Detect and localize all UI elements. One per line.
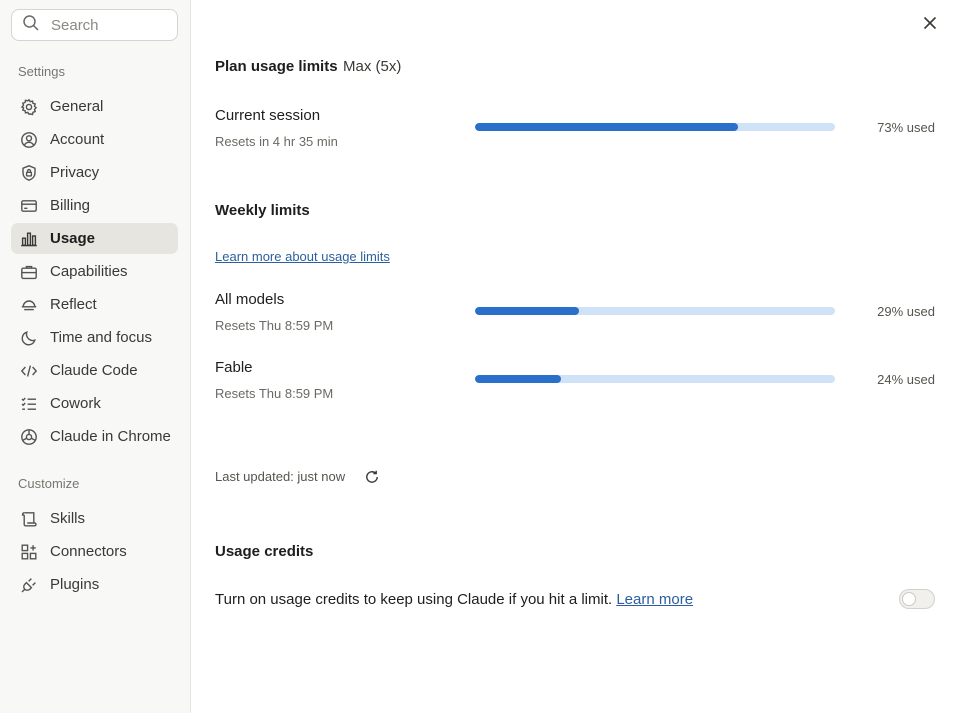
toggle-knob xyxy=(902,592,916,606)
moon-icon xyxy=(20,329,38,347)
weekly-limits-title: Weekly limits xyxy=(215,202,310,219)
sidebar-item-plugins[interactable]: Plugins xyxy=(11,569,178,600)
sidebar-item-billing[interactable]: Billing xyxy=(11,190,178,221)
checklist-icon xyxy=(20,395,38,413)
sidebar-item-label: Cowork xyxy=(50,395,101,412)
progress-fill xyxy=(475,375,562,383)
close-icon xyxy=(923,16,937,35)
sidebar-item-account[interactable]: Account xyxy=(11,124,178,155)
plug-icon xyxy=(20,576,38,594)
settings-sidebar: Settings General Account Privacy Billing… xyxy=(0,0,191,713)
grid-plus-icon xyxy=(20,543,38,561)
search-input[interactable] xyxy=(51,16,161,34)
sidebar-item-label: Claude in Chrome xyxy=(50,428,171,445)
sidebar-item-label: Account xyxy=(50,131,105,148)
sidebar-item-label: Usage xyxy=(50,230,96,247)
fable-label: Fable xyxy=(215,359,253,376)
code-icon xyxy=(20,362,38,380)
progress-fill xyxy=(475,307,580,315)
all-models-progress-bar xyxy=(475,307,835,315)
usage-credits-text: Turn on usage credits to keep using Clau… xyxy=(215,591,613,608)
current-session-percent: 73% used xyxy=(877,120,935,135)
sidebar-item-claude-in-chrome[interactable]: Claude in Chrome xyxy=(11,421,178,452)
sidebar-item-general[interactable]: General xyxy=(11,91,178,122)
sidebar-item-label: General xyxy=(50,98,104,115)
shield-lock-icon xyxy=(20,164,38,182)
current-session-reset: Resets in 4 hr 35 min xyxy=(215,134,338,149)
close-button[interactable] xyxy=(920,15,940,35)
sidebar-item-label: Time and focus xyxy=(50,329,152,346)
sidebar-item-label: Privacy xyxy=(50,164,100,181)
sidebar-item-capabilities[interactable]: Capabilities xyxy=(11,256,178,287)
gear-icon xyxy=(20,98,38,116)
usage-credits-title: Usage credits xyxy=(215,543,314,560)
all-models-reset: Resets Thu 8:59 PM xyxy=(215,318,334,333)
all-models-label: All models xyxy=(215,291,285,308)
sidebar-item-label: Skills xyxy=(50,510,86,527)
refresh-button[interactable] xyxy=(364,469,380,485)
user-circle-icon xyxy=(20,131,38,149)
sidebar-item-claude-code[interactable]: Claude Code xyxy=(11,355,178,386)
search-box[interactable] xyxy=(11,9,178,41)
sidebar-item-label: Connectors xyxy=(50,543,127,560)
sidebar-item-label: Claude Code xyxy=(50,362,138,379)
sidebar-item-label: Reflect xyxy=(50,296,97,313)
sidebar-item-label: Plugins xyxy=(50,576,100,593)
credit-card-icon xyxy=(20,197,38,215)
last-updated-text: Last updated: just now xyxy=(215,469,346,484)
customize-section-label: Customize xyxy=(18,476,80,491)
search-icon xyxy=(22,14,40,37)
sidebar-item-cowork[interactable]: Cowork xyxy=(11,388,178,419)
fable-percent: 24% used xyxy=(877,372,935,387)
plan-usage-title: Plan usage limits xyxy=(215,58,338,75)
learn-more-usage-limits-link[interactable]: Learn more about usage limits xyxy=(215,249,390,264)
sidebar-item-privacy[interactable]: Privacy xyxy=(11,157,178,188)
sidebar-item-label: Billing xyxy=(50,197,91,214)
progress-fill xyxy=(475,123,738,131)
current-session-progress-bar xyxy=(475,123,835,131)
current-session-label: Current session xyxy=(215,107,321,124)
sidebar-item-time-and-focus[interactable]: Time and focus xyxy=(11,322,178,353)
scroll-icon xyxy=(20,510,38,528)
refresh-icon xyxy=(364,470,380,489)
learn-more-link[interactable]: Learn more xyxy=(616,591,693,608)
fable-reset: Resets Thu 8:59 PM xyxy=(215,386,334,401)
briefcase-icon xyxy=(20,263,38,281)
settings-section-label: Settings xyxy=(18,64,65,79)
plan-tier-label: Max (5x) xyxy=(343,58,402,75)
globe-icon xyxy=(20,428,38,446)
sidebar-item-connectors[interactable]: Connectors xyxy=(11,536,178,567)
sidebar-item-label: Capabilities xyxy=(50,263,128,280)
reflect-icon xyxy=(20,296,38,314)
fable-progress-bar xyxy=(475,375,835,383)
usage-credits-toggle[interactable] xyxy=(899,589,935,609)
sidebar-item-skills[interactable]: Skills xyxy=(11,503,178,534)
usage-credits-description: Turn on usage credits to keep using Clau… xyxy=(215,591,693,608)
bar-chart-icon xyxy=(20,230,38,248)
sidebar-item-reflect[interactable]: Reflect xyxy=(11,289,178,320)
all-models-percent: 29% used xyxy=(877,304,935,319)
sidebar-item-usage[interactable]: Usage xyxy=(11,223,178,254)
